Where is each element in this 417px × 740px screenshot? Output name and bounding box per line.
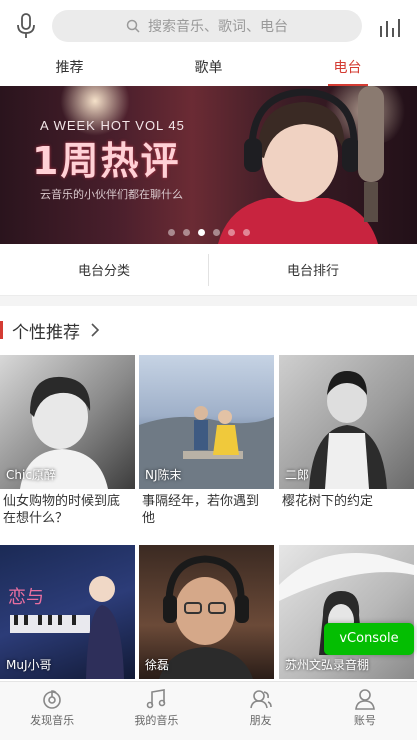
top-bar: 搜索音乐、歌词、电台 bbox=[0, 0, 417, 52]
carousel-dot[interactable] bbox=[167, 229, 175, 236]
radio-ranking-button[interactable]: 电台排行 bbox=[209, 260, 417, 279]
chevron-right-icon bbox=[91, 323, 100, 337]
bar-chart-icon[interactable] bbox=[378, 16, 402, 38]
radio-cover: NJ陈末 bbox=[139, 355, 274, 489]
tab-playlist[interactable]: 歌单 bbox=[139, 52, 278, 86]
account-icon bbox=[354, 689, 375, 710]
search-input[interactable]: 搜索音乐、歌词、电台 bbox=[52, 10, 362, 42]
search-icon bbox=[126, 19, 140, 33]
section-accent-bar bbox=[0, 321, 3, 339]
radio-host-name: 苏州文弘录音棚 bbox=[285, 658, 370, 672]
radio-host-name: 二郎 bbox=[285, 468, 310, 482]
radio-card[interactable]: Chic原醉 仙女购物的时候到底在想什么？ bbox=[0, 355, 135, 529]
radio-cover: 徐磊 bbox=[139, 545, 274, 679]
banner-photo bbox=[218, 86, 384, 244]
tab-recommend[interactable]: 推荐 bbox=[0, 52, 139, 86]
search-placeholder: 搜索音乐、歌词、电台 bbox=[148, 19, 288, 35]
radio-cover: 二郎 bbox=[279, 355, 414, 489]
carousel-dot[interactable] bbox=[182, 229, 190, 236]
friends-icon bbox=[249, 690, 272, 709]
nav-friends[interactable]: 朋友 bbox=[209, 682, 313, 740]
nav-label: 发现音乐 bbox=[30, 714, 75, 727]
section-title: 个性推荐 bbox=[12, 322, 80, 343]
radio-host-name: Chic原醉 bbox=[6, 468, 56, 482]
nav-account[interactable]: 账号 bbox=[313, 682, 417, 740]
music-note-icon bbox=[147, 689, 166, 709]
radio-card[interactable]: 二郎 樱花树下的约定 bbox=[279, 355, 414, 529]
bottom-navigation: 发现音乐 我的音乐 朋友 账号 bbox=[0, 681, 417, 740]
nav-label: 我的音乐 bbox=[134, 714, 179, 727]
nav-discover-music[interactable]: 发现音乐 bbox=[0, 682, 104, 740]
radio-title: 事隔经年，若你遇到他 bbox=[142, 494, 260, 526]
section-gap bbox=[0, 296, 417, 306]
radio-category-button[interactable]: 电台分类 bbox=[0, 260, 208, 279]
vconsole-button[interactable]: vConsole bbox=[324, 623, 414, 655]
microphone-icon[interactable] bbox=[14, 12, 38, 40]
radio-cover: 恋与 MuJ小哥 bbox=[0, 545, 135, 679]
carousel-dot-active[interactable] bbox=[197, 229, 205, 236]
banner-title: 1周热评 bbox=[32, 139, 181, 183]
radio-host-name: 徐磊 bbox=[145, 658, 170, 672]
cover-lettering: 恋与 bbox=[8, 586, 44, 608]
carousel-dot[interactable] bbox=[212, 229, 220, 236]
nav-my-music[interactable]: 我的音乐 bbox=[104, 682, 208, 740]
radio-cover: 苏州文弘录音棚 bbox=[279, 545, 414, 679]
radio-title: 仙女购物的时候到底在想什么？ bbox=[3, 494, 121, 526]
nav-label: 朋友 bbox=[249, 714, 272, 727]
radio-title: 樱花树下的约定 bbox=[282, 494, 374, 509]
carousel-dot[interactable] bbox=[227, 229, 235, 236]
discover-music-icon bbox=[43, 690, 61, 709]
carousel-dot[interactable] bbox=[242, 229, 250, 236]
radio-category-bar: 电台分类 电台排行 bbox=[0, 244, 417, 296]
carousel-dots bbox=[0, 229, 417, 236]
radio-host-name: NJ陈末 bbox=[145, 468, 182, 482]
radio-card[interactable]: NJ陈末 事隔经年，若你遇到他 bbox=[139, 355, 274, 529]
banner-caption: 云音乐的小伙伴们都在聊什么 bbox=[40, 188, 183, 201]
banner-carousel[interactable]: A WEEK HOT VOL 45 1周热评 云音乐的小伙伴们都在聊什么 bbox=[0, 86, 417, 244]
tab-bar: 推荐 歌单 电台 bbox=[0, 52, 417, 86]
tab-radio[interactable]: 电台 bbox=[278, 52, 417, 86]
radio-cover: Chic原醉 bbox=[0, 355, 135, 489]
radio-host-name: MuJ小哥 bbox=[6, 658, 52, 672]
nav-label: 账号 bbox=[353, 714, 376, 727]
section-header[interactable]: 个性推荐 bbox=[0, 316, 100, 344]
